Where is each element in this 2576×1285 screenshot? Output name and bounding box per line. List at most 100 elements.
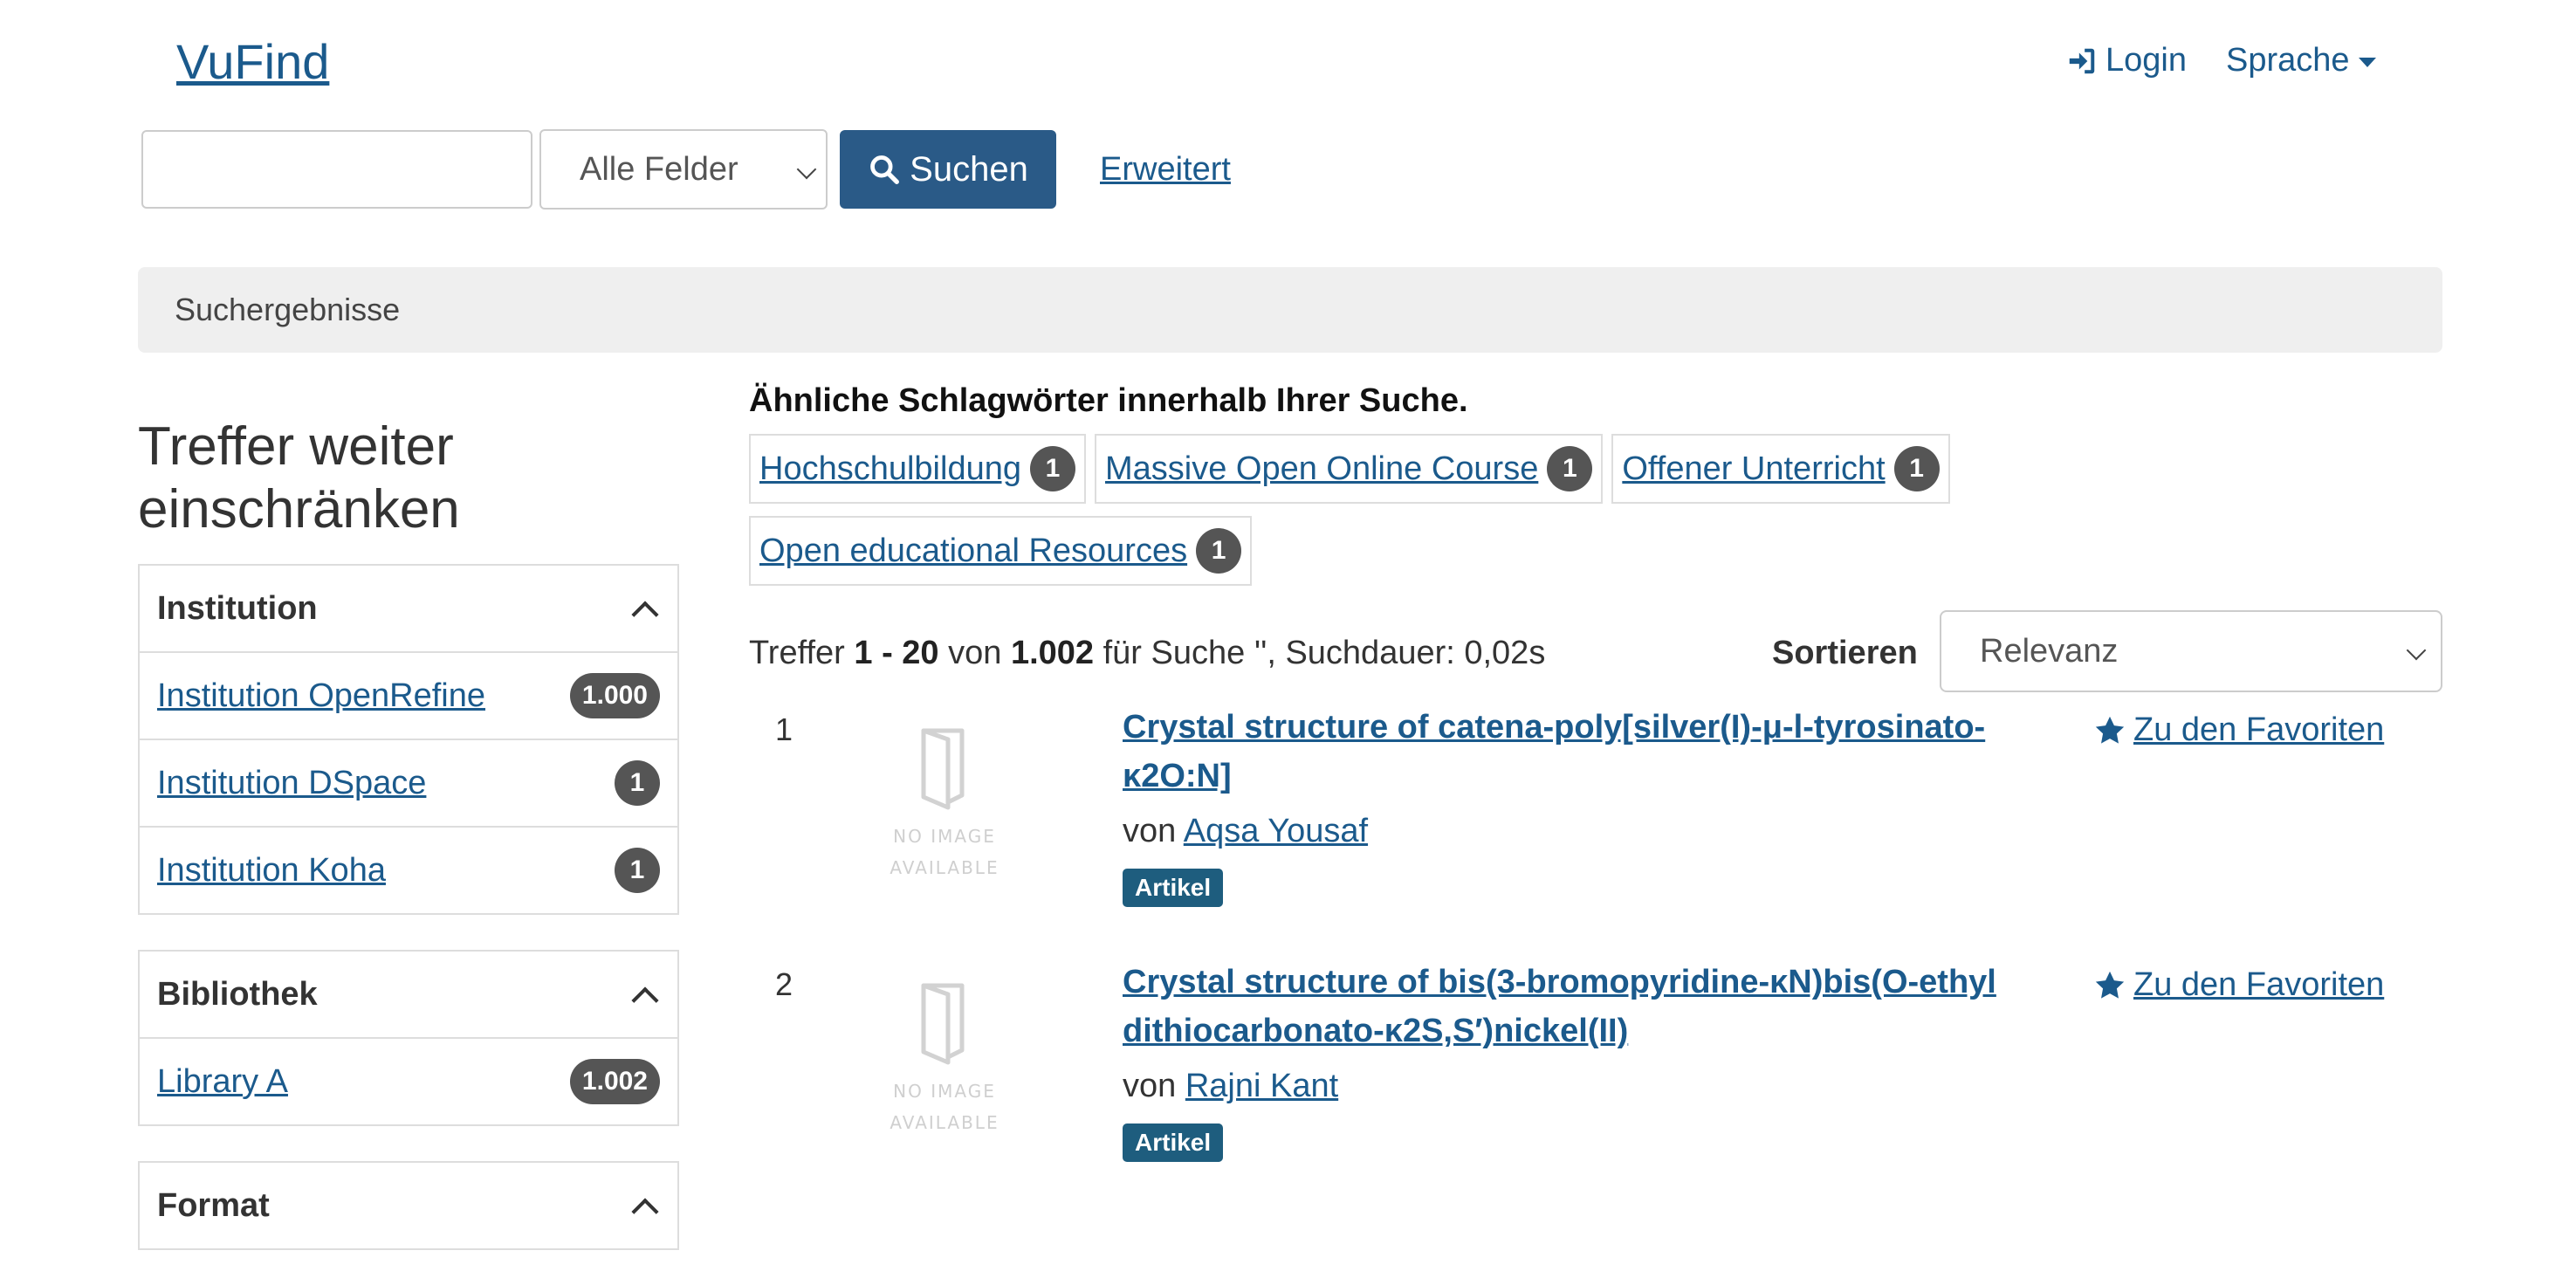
brand-logo-link[interactable]: VuFind (176, 33, 329, 90)
language-dropdown[interactable]: Sprache (2226, 42, 2376, 79)
sidebar-title: Treffer weiter einschränken (138, 416, 679, 541)
facet-format: Format (138, 1161, 679, 1250)
subject-tag: Offener Unterricht 1 (1611, 434, 1950, 504)
chevron-down-icon (2406, 640, 2427, 661)
format-badge: Artikel (1123, 1124, 1224, 1162)
count-badge: 1 (615, 760, 660, 806)
count-badge: 1 (1029, 446, 1075, 491)
facet-title: Bibliothek (157, 975, 318, 1013)
favorites-label: Zu den Favoriten (2133, 711, 2385, 748)
results-main: Ähnliche Schlagwörter innerhalb Ihrer Su… (749, 377, 2442, 1207)
format-badge: Artikel (1123, 869, 1224, 907)
sort-select[interactable]: Relevanz (1940, 610, 2442, 692)
count-badge: 1 (1196, 528, 1242, 574)
login-link[interactable]: Login (2065, 42, 2187, 79)
subject-tag-link[interactable]: Offener Unterricht (1622, 450, 1885, 488)
breadcrumb: Suchergebnisse (138, 267, 2442, 353)
thumb-text-line1: NO IMAGE (893, 826, 996, 847)
facet-item-link[interactable]: Institution Koha (157, 852, 386, 890)
search-input[interactable] (141, 130, 532, 209)
facet-title: Institution (157, 589, 318, 627)
search-icon (870, 155, 900, 184)
stats-total: 1.002 (1010, 635, 1095, 671)
star-icon (2095, 971, 2125, 999)
subject-tag: Hochschulbildung 1 (749, 434, 1086, 504)
no-image-thumbnail[interactable]: NO IMAGE AVAILABLE (875, 718, 1014, 884)
author-link[interactable]: Rajni Kant (1185, 1068, 1338, 1104)
search-bar: Alle Felder Suchen Erweitert (141, 127, 1231, 211)
results-toolbar: Treffer 1 - 20 von 1.002 für Suche '', S… (749, 610, 2442, 697)
subject-tag: Massive Open Online Course 1 (1094, 434, 1604, 504)
page: VuFind Login Sprache Alle Felder Suchen (138, 0, 2576, 1250)
search-button-label: Suchen (910, 149, 1028, 189)
breadcrumb-current: Suchergebnisse (175, 292, 401, 327)
count-badge: 1 (1893, 446, 1940, 491)
stats-of: von (948, 635, 1002, 671)
sidebar-title-line1: Treffer weiter (138, 416, 454, 477)
author-prefix: von (1123, 1068, 1177, 1104)
author-link[interactable]: Aqsa Yousaf (1184, 813, 1368, 849)
author-prefix: von (1123, 813, 1177, 849)
count-badge: 1.000 (569, 673, 660, 718)
facet-item: Institution OpenRefine 1.000 (140, 653, 677, 740)
facet-header-format[interactable]: Format (140, 1163, 677, 1248)
facet-item-link[interactable]: Institution DSpace (157, 765, 426, 802)
login-label: Login (2105, 42, 2187, 79)
sign-in-icon (2069, 48, 2095, 73)
favorites-label: Zu den Favoriten (2133, 966, 2385, 1003)
count-badge: 1 (615, 848, 660, 893)
stats-prefix: Treffer (749, 635, 845, 671)
subject-tag: Open educational Resources 1 (749, 516, 1253, 586)
no-image-thumbnail[interactable]: NO IMAGE AVAILABLE (875, 973, 1014, 1139)
advanced-search-link[interactable]: Erweitert (1100, 151, 1231, 189)
thumb-text-line1: NO IMAGE (893, 1081, 996, 1102)
sort-value: Relevanz (1980, 632, 2119, 670)
sort-label: Sortieren (1772, 635, 1918, 671)
add-to-favorites-link[interactable]: Zu den Favoriten (2093, 711, 2384, 749)
result-author: von Aqsa Yousaf (1123, 813, 1368, 850)
stats-range: 1 - 20 (854, 635, 939, 671)
search-type-value: Alle Felder (580, 150, 738, 188)
result-item: 1 NO IMAGE AVAILABLE Crystal structure o… (749, 697, 2442, 952)
chevron-up-icon (631, 1198, 659, 1226)
thumb-text-line2: AVAILABLE (890, 1112, 999, 1133)
result-item: 2 NO IMAGE AVAILABLE Crystal structure o… (749, 952, 2442, 1207)
result-title-link[interactable]: Crystal structure of catena-poly[silver(… (1123, 703, 2048, 801)
similar-subjects-list: Hochschulbildung 1 Massive Open Online C… (749, 434, 2058, 598)
search-type-select[interactable]: Alle Felder (539, 129, 828, 210)
facet-header-institution[interactable]: Institution (140, 566, 677, 653)
sidebar: Treffer weiter einschränken Institution … (138, 416, 679, 1285)
subject-tag-link[interactable]: Open educational Resources (759, 533, 1187, 570)
facet-item-link[interactable]: Library A (157, 1063, 288, 1101)
subject-tag-link[interactable]: Hochschulbildung (759, 450, 1021, 488)
chevron-up-icon (631, 601, 659, 629)
facet-title: Format (157, 1186, 270, 1224)
facet-item: Institution DSpace 1 (140, 740, 677, 828)
subject-tag-link[interactable]: Massive Open Online Course (1105, 450, 1538, 488)
facet-institution: Institution Institution OpenRefine 1.000… (138, 564, 679, 915)
facet-header-bibliothek[interactable]: Bibliothek (140, 952, 677, 1039)
chevron-down-icon (796, 159, 817, 180)
thumb-text-line2: AVAILABLE (890, 857, 999, 878)
caret-down-icon (2358, 58, 2376, 67)
facet-item: Library A 1.002 (140, 1039, 677, 1124)
facet-bibliothek: Bibliothek Library A 1.002 (138, 950, 679, 1126)
result-number: 2 (775, 966, 793, 1002)
result-number: 1 (775, 711, 793, 747)
language-label: Sprache (2226, 42, 2350, 79)
search-stats: Treffer 1 - 20 von 1.002 für Suche '', S… (749, 635, 1545, 672)
similar-subjects-title: Ähnliche Schlagwörter innerhalb Ihrer Su… (749, 382, 1468, 419)
count-badge: 1 (1547, 446, 1593, 491)
star-icon (2095, 716, 2125, 744)
add-to-favorites-link[interactable]: Zu den Favoriten (2093, 966, 2384, 1004)
result-title-link[interactable]: Crystal structure of bis(3-bromopyridine… (1123, 958, 2048, 1055)
count-badge: 1.002 (569, 1059, 660, 1104)
header: VuFind Login Sprache (138, 0, 2576, 122)
facet-item: Institution Koha 1 (140, 828, 677, 913)
stats-suffix: für Suche '', Suchdauer: 0,02s (1103, 635, 1546, 671)
chevron-up-icon (631, 986, 659, 1014)
facet-item-link[interactable]: Institution OpenRefine (157, 677, 485, 715)
result-author: von Rajni Kant (1123, 1068, 1338, 1105)
search-button[interactable]: Suchen (840, 130, 1056, 209)
sidebar-title-line2: einschränken (138, 479, 460, 539)
